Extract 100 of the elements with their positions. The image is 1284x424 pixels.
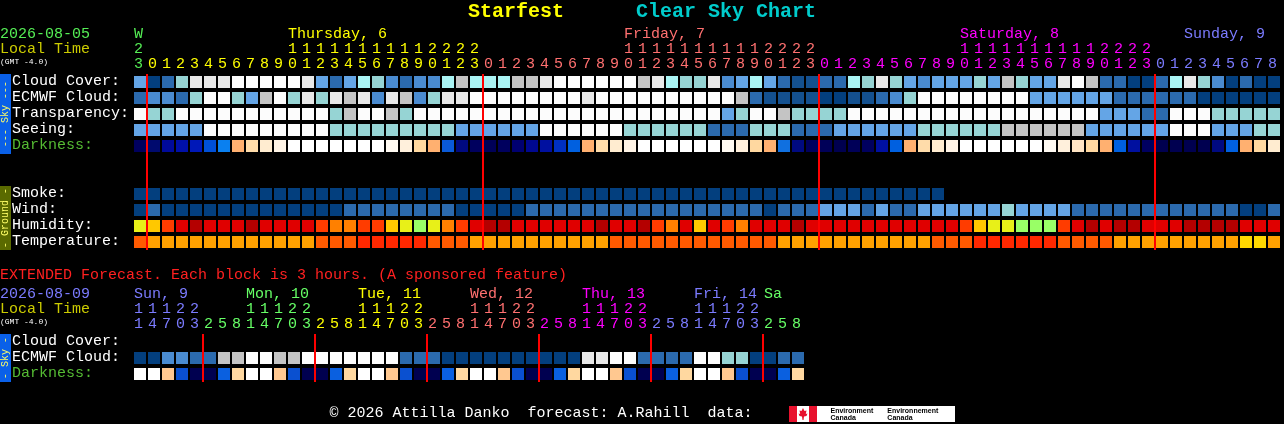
hour-digit: 0: [764, 57, 774, 72]
timezone-label: (GMT -4.0): [0, 57, 49, 66]
hour-digit: 8: [260, 57, 270, 72]
hour-digit: 0: [820, 57, 830, 72]
hour-digit: 0: [428, 57, 438, 72]
hour-digit: 5: [554, 317, 564, 332]
hour-digit: 1: [722, 302, 732, 317]
hour-digit: 4: [372, 317, 382, 332]
hour-digit: 5: [666, 317, 676, 332]
hour-digit: 1: [680, 42, 690, 57]
hour-digit: 1: [974, 42, 984, 57]
row-label: Transparency:: [12, 106, 131, 122]
hour-digit: 5: [442, 317, 452, 332]
hour-digit: 1: [638, 42, 648, 57]
hour-digit: 1: [582, 317, 592, 332]
hour-digit: 1: [624, 42, 634, 57]
hour-digit: 3: [330, 57, 340, 72]
hour-digit: 1: [750, 42, 760, 57]
row-label: Temperature:: [12, 234, 122, 250]
hour-digit: 0: [148, 57, 158, 72]
hour-digit: 2: [400, 302, 410, 317]
hour-digit: 1: [694, 42, 704, 57]
hour-digit: 4: [260, 317, 270, 332]
hour-digit: 8: [1268, 57, 1278, 72]
timezone-label: (GMT -4.0): [0, 317, 49, 326]
day-label: Thursday, 6: [288, 27, 389, 42]
hour-digit: 2: [1100, 42, 1110, 57]
hour-digit: 1: [484, 302, 494, 317]
hour-digit: 5: [554, 57, 564, 72]
hour-digit: 7: [498, 317, 508, 332]
hour-digit: 1: [498, 302, 508, 317]
hour-digit: 6: [708, 57, 718, 72]
hour-digit: 1: [358, 317, 368, 332]
hour-digit: 0: [1100, 57, 1110, 72]
hour-digit: 3: [470, 57, 480, 72]
hour-digit: 0: [960, 57, 970, 72]
hour-digit: 1: [960, 42, 970, 57]
hour-digit: 8: [736, 57, 746, 72]
hour-digit: 2: [750, 302, 760, 317]
hour-digit: 4: [204, 57, 214, 72]
hour-digit: 6: [904, 57, 914, 72]
hour-digit: 3: [414, 317, 424, 332]
hour-digit: 1: [638, 57, 648, 72]
hour-digit: 2: [442, 42, 452, 57]
hour-digit: 1: [582, 302, 592, 317]
hour-digit: 1: [666, 42, 676, 57]
hour-digit: 1: [260, 302, 270, 317]
day-label: Tue, 11: [358, 287, 422, 302]
time-label: Local Time: [0, 302, 91, 317]
hour-digit: 2: [1184, 57, 1194, 72]
hour-digit: 1: [1016, 42, 1026, 57]
hour-digit: 1: [372, 42, 382, 57]
maple-leaf-flag-icon: [788, 406, 817, 422]
hour-digit: 0: [624, 317, 634, 332]
hour-digit: 2: [764, 42, 774, 57]
hour-digit: 7: [722, 317, 732, 332]
hour-digit: 6: [1044, 57, 1054, 72]
hour-digit: 1: [736, 42, 746, 57]
hour-digit: 6: [1240, 57, 1250, 72]
hour-digit: 8: [344, 317, 354, 332]
day-label: Wed, 12: [470, 287, 534, 302]
hour-digit: 2: [176, 57, 186, 72]
hour-digit: 2: [134, 42, 144, 57]
hour-digit: 7: [918, 57, 928, 72]
hour-digit: 1: [988, 42, 998, 57]
hour-digit: 2: [288, 302, 298, 317]
day-label: Thu, 13: [582, 287, 646, 302]
hour-digit: 3: [806, 57, 816, 72]
midnight-line: [538, 334, 540, 382]
hour-digit: 0: [512, 317, 522, 332]
hour-digit: 3: [862, 57, 872, 72]
hour-digit: 4: [148, 317, 158, 332]
hour-digit: 9: [610, 57, 620, 72]
hour-digit: 0: [288, 317, 298, 332]
hour-digit: 1: [1114, 57, 1124, 72]
hour-digit: 2: [526, 302, 536, 317]
hour-digit: 4: [1016, 57, 1026, 72]
midnight-line: [426, 334, 428, 382]
hour-digit: 1: [344, 42, 354, 57]
hour-digit: 0: [624, 57, 634, 72]
hour-digit: 1: [1170, 57, 1180, 72]
hour-digit: 2: [316, 317, 326, 332]
date-label: 2026-08-09: [0, 287, 91, 302]
hour-digit: 1: [652, 42, 662, 57]
day-label: Fri, 14: [694, 287, 758, 302]
hour-digit: 1: [246, 317, 256, 332]
hour-digit: 1: [1086, 42, 1096, 57]
hour-digit: 1: [400, 42, 410, 57]
hour-digit: 1: [358, 302, 368, 317]
day-label: Sa: [764, 287, 783, 302]
hour-digit: 2: [806, 42, 816, 57]
hour-digit: 2: [1128, 42, 1138, 57]
hour-digit: 7: [274, 317, 284, 332]
hour-digit: 1: [386, 302, 396, 317]
hour-digit: 1: [372, 302, 382, 317]
hour-digit: 1: [834, 57, 844, 72]
hour-digit: 2: [988, 57, 998, 72]
hour-digit: 4: [484, 317, 494, 332]
hour-digit: 2: [456, 57, 466, 72]
hour-digit: 5: [778, 317, 788, 332]
